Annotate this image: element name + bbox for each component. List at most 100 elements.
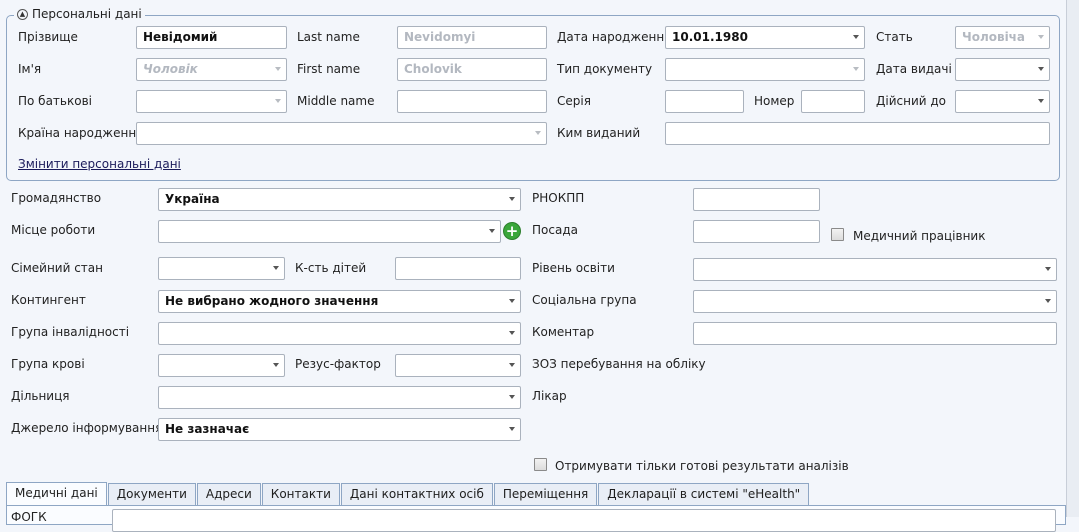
- tab-medical-data[interactable]: Медичні дані: [6, 482, 107, 506]
- chevron-down-icon: [853, 67, 859, 71]
- social-group-label: Соціальна група: [532, 293, 637, 307]
- sex-select[interactable]: Чоловіча: [955, 26, 1050, 49]
- district-select[interactable]: [158, 386, 521, 409]
- citizenship-select[interactable]: Україна: [158, 188, 521, 211]
- ready-results-checkbox[interactable]: [534, 458, 547, 471]
- chevron-down-icon: [509, 197, 515, 201]
- tab-movements[interactable]: Переміщення: [493, 483, 598, 505]
- doc-type-select[interactable]: [665, 58, 865, 81]
- education-select[interactable]: [693, 258, 1057, 281]
- children-count-label: К-сть дітей: [295, 261, 367, 275]
- valid-until-picker[interactable]: [955, 90, 1050, 113]
- middle-name-field[interactable]: [397, 90, 547, 113]
- tab-panel: ФОГК: [6, 505, 1066, 532]
- surname-field[interactable]: Невідомий: [136, 26, 287, 49]
- chevron-down-icon: [275, 67, 281, 71]
- middle-name-label: Middle name: [297, 94, 375, 108]
- workplace-select[interactable]: [158, 220, 501, 243]
- social-group-select[interactable]: [693, 290, 1057, 313]
- add-workplace-button[interactable]: +: [503, 222, 521, 240]
- chevron-down-icon: [1038, 99, 1044, 103]
- birth-date-picker[interactable]: 10.01.1980: [665, 26, 865, 49]
- chevron-down-icon: [1045, 299, 1051, 303]
- first-name-field[interactable]: Cholovik: [397, 58, 547, 81]
- issued-by-label: Ким виданий: [557, 126, 641, 140]
- position-field[interactable]: [693, 220, 820, 243]
- series-field[interactable]: [665, 90, 744, 113]
- issued-by-field[interactable]: [665, 122, 1050, 145]
- disability-group-label: Група інвалідності: [11, 325, 130, 339]
- chevron-down-icon: [273, 363, 279, 367]
- fogk-field[interactable]: [112, 509, 1056, 532]
- district-label: Дільниця: [11, 389, 70, 403]
- contingent-label: Контингент: [11, 293, 86, 307]
- change-personal-data-link[interactable]: Змінити персональні дані: [18, 157, 181, 171]
- chevron-down-icon: [1038, 67, 1044, 71]
- patronymic-select[interactable]: [136, 90, 287, 113]
- chevron-down-icon: [509, 363, 515, 367]
- zoz-registration-label: ЗОЗ перебування на обліку: [532, 357, 706, 371]
- chevron-down-icon: [1038, 35, 1044, 39]
- doc-type-label: Тип документу: [557, 62, 653, 76]
- contingent-select[interactable]: Не вибрано жодного значення: [158, 290, 521, 313]
- chevron-down-icon: [509, 427, 515, 431]
- medical-worker-checkbox[interactable]: [831, 228, 844, 241]
- chevron-down-icon: [1045, 267, 1051, 271]
- chevron-up-icon[interactable]: ▲: [17, 8, 28, 20]
- issue-date-label: Дата видачі: [876, 62, 952, 76]
- chevron-down-icon: [509, 331, 515, 335]
- series-label: Серія: [557, 94, 591, 108]
- personal-data-title: Персональні дані: [32, 7, 142, 21]
- info-source-select[interactable]: Не зазначає: [158, 418, 521, 441]
- birth-country-label: Країна народження: [18, 126, 144, 140]
- name-select[interactable]: Чоловік: [136, 58, 287, 81]
- disability-group-select[interactable]: [158, 322, 521, 345]
- last-name-field[interactable]: Nevidomyi: [397, 26, 547, 49]
- blood-group-select[interactable]: [158, 354, 285, 377]
- position-label: Посада: [532, 223, 578, 237]
- name-label: Ім'я: [18, 62, 42, 76]
- medical-worker-label: Медичний працівник: [853, 229, 986, 243]
- chevron-down-icon: [509, 299, 515, 303]
- number-label: Номер: [754, 94, 795, 108]
- tab-addresses[interactable]: Адреси: [196, 483, 261, 505]
- issue-date-picker[interactable]: [955, 58, 1050, 81]
- workplace-label: Місце роботи: [11, 223, 96, 237]
- rnokpp-label: РНОКПП: [532, 191, 585, 205]
- chevron-down-icon: [489, 229, 495, 233]
- first-name-label: First name: [297, 62, 361, 76]
- surname-label: Прізвище: [18, 30, 78, 44]
- blood-group-label: Група крові: [11, 357, 85, 371]
- valid-until-label: Дійсний до: [876, 94, 947, 108]
- info-source-label: Джерело інформування*: [11, 421, 169, 435]
- doctor-label: Лікар: [532, 389, 567, 403]
- tab-contacts[interactable]: Контакти: [261, 483, 340, 505]
- last-name-label: Last name: [297, 30, 360, 44]
- marital-status-select[interactable]: [158, 257, 285, 280]
- children-count-field[interactable]: [395, 257, 521, 280]
- tab-bar: Медичні дані Документи Адреси Контакти Д…: [6, 482, 810, 506]
- rnokpp-field[interactable]: [693, 188, 820, 211]
- chevron-down-icon: [275, 99, 281, 103]
- comment-field[interactable]: [693, 322, 1057, 345]
- education-label: Рівень освіти: [532, 261, 615, 275]
- chevron-down-icon: [273, 266, 279, 270]
- personal-data-legend[interactable]: ▲ Персональні дані: [14, 7, 145, 21]
- tab-ehealth-declarations[interactable]: Декларації в системі "eHealth": [598, 483, 810, 505]
- patronymic-label: По батькові: [18, 94, 92, 108]
- tab-contact-persons[interactable]: Дані контактних осіб: [340, 483, 493, 505]
- chevron-down-icon: [509, 395, 515, 399]
- tab-documents[interactable]: Документи: [107, 483, 196, 505]
- chevron-down-icon: [535, 131, 541, 135]
- rh-factor-select[interactable]: [395, 354, 521, 377]
- sex-label: Стать: [876, 30, 913, 44]
- plus-icon: +: [505, 221, 519, 240]
- birth-country-select[interactable]: [136, 122, 547, 145]
- comment-label: Коментар: [532, 325, 595, 339]
- window-right-edge: [1066, 0, 1079, 517]
- birth-date-label: Дата народження: [557, 30, 672, 44]
- citizenship-label: Громадянство: [11, 191, 102, 205]
- number-field[interactable]: [801, 90, 865, 113]
- fogk-label: ФОГК: [11, 510, 47, 524]
- ready-results-label: Отримувати тільки готові результати анал…: [555, 459, 849, 473]
